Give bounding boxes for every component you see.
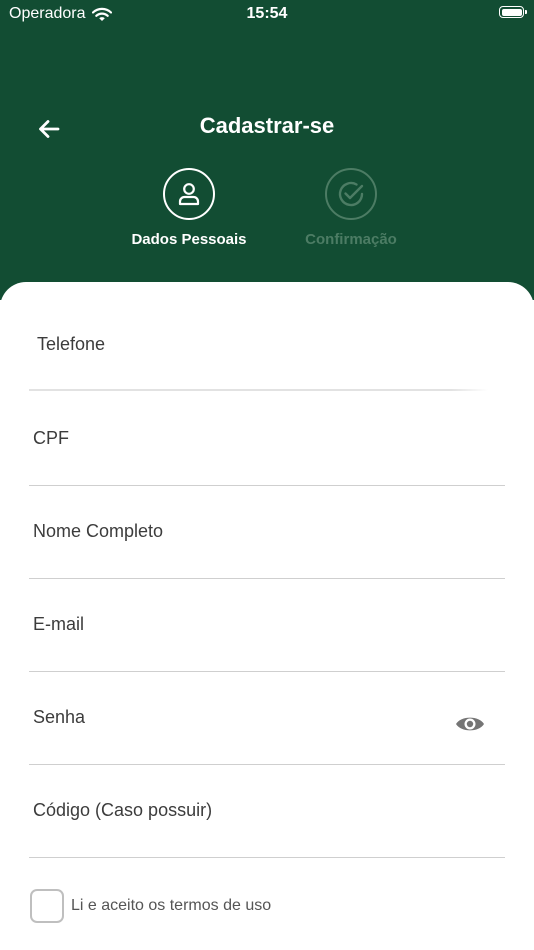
terms-row: Li e aceito os termos de uso <box>30 889 271 923</box>
nome-completo-field[interactable]: Nome Completo <box>29 508 505 579</box>
cpf-field[interactable]: CPF <box>29 415 505 486</box>
step-circle <box>163 168 215 220</box>
step-dados-pessoais: Dados Pessoais <box>109 168 269 248</box>
header: Operadora 15:54 Cadastrar-se Dados Pesso… <box>0 0 534 300</box>
codigo-field[interactable]: Código (Caso possuir) <box>29 787 505 858</box>
battery-icon <box>499 6 527 18</box>
field-label: Código (Caso possuir) <box>33 800 213 820</box>
step-label: Dados Pessoais <box>131 231 247 248</box>
senha-field[interactable]: Senha <box>29 694 505 765</box>
person-icon <box>178 183 200 206</box>
terms-label: Li e aceito os termos de uso <box>71 897 272 914</box>
step-circle <box>325 168 377 220</box>
field-label: Nome Completo <box>33 521 164 541</box>
field-label: Telefone <box>37 334 106 354</box>
field-label: E-mail <box>33 614 85 634</box>
status-bar: Operadora 15:54 <box>0 0 534 28</box>
step-confirmacao: Confirmação <box>271 168 431 248</box>
telefone-field[interactable]: Telefone <box>29 321 488 391</box>
field-underline <box>29 389 488 391</box>
eye-icon[interactable] <box>455 714 485 734</box>
page-title: Cadastrar-se <box>199 113 335 138</box>
terms-checkbox[interactable] <box>30 889 64 923</box>
status-time: 15:54 <box>246 5 288 22</box>
field-label: CPF <box>33 428 69 448</box>
email-field[interactable]: E-mail <box>29 601 505 672</box>
field-label: Senha <box>33 707 86 727</box>
step-label: Confirmação <box>305 231 397 248</box>
check-circle-icon <box>338 181 364 207</box>
